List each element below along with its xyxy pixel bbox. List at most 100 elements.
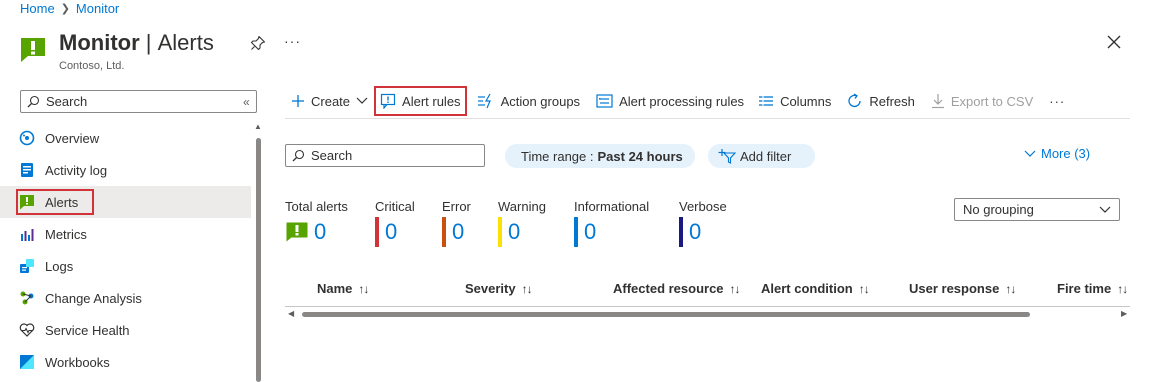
sidebar-item-metrics[interactable]: Metrics: [0, 218, 251, 250]
time-range-value: Past 24 hours: [597, 148, 683, 164]
export-csv-label: Export to CSV: [950, 93, 1034, 109]
informational-severity-bar: [574, 217, 578, 247]
verbose-count: 0: [689, 219, 702, 244]
alert-rules-icon: [380, 93, 396, 109]
alert-processing-rules-icon: [596, 94, 613, 108]
horizontal-scrollbar-thumb[interactable]: [302, 312, 1030, 317]
time-range-filter[interactable]: Time range : Past 24 hours: [505, 144, 695, 168]
alerts-search-input[interactable]: [311, 148, 471, 163]
divider: [285, 118, 1130, 119]
scroll-up-arrow-icon[interactable]: ▲: [254, 122, 262, 131]
service-health-icon: [18, 322, 35, 339]
export-csv-button[interactable]: Export to CSV: [925, 86, 1039, 116]
error-value[interactable]: 0: [442, 217, 465, 247]
error-label: Error: [442, 199, 471, 214]
critical-severity-bar: [375, 217, 379, 247]
critical-count: 0: [385, 219, 398, 244]
column-header-user-response[interactable]: User response ↑↓: [909, 281, 1016, 296]
total-alerts-value[interactable]: 0: [286, 218, 326, 246]
add-filter-button[interactable]: Add filter: [708, 144, 815, 168]
breadcrumb: Home ❯ Monitor: [20, 0, 119, 16]
alert-processing-rules-button[interactable]: Alert processing rules: [590, 86, 750, 116]
alert-rules-label: Alert rules: [402, 93, 461, 109]
sidebar-item-label: Metrics: [45, 226, 87, 242]
plus-icon: [291, 94, 305, 108]
sort-icon: ↑↓: [1117, 281, 1128, 296]
column-header-fire-time[interactable]: Fire time ↑↓: [1057, 281, 1128, 296]
close-icon[interactable]: [1106, 34, 1122, 50]
columns-label: Columns: [780, 93, 832, 109]
sidebar-item-change-analysis[interactable]: Change Analysis: [0, 282, 251, 314]
alert-rules-button[interactable]: Alert rules: [374, 86, 467, 116]
scroll-right-arrow-icon[interactable]: ▶: [1121, 309, 1127, 318]
sidebar-scrollbar-thumb[interactable]: [256, 138, 261, 382]
critical-value[interactable]: 0: [375, 217, 398, 247]
warning-value[interactable]: 0: [498, 217, 520, 247]
sidebar-item-label: Change Analysis: [45, 290, 142, 306]
sort-icon: ↑↓: [521, 281, 533, 296]
monitor-alerts-icon: [20, 37, 46, 63]
action-groups-label: Action groups: [500, 93, 581, 109]
sort-icon: ↑↓: [729, 281, 741, 296]
sidebar-item-label: Workbooks: [45, 354, 110, 370]
sidebar-item-activity-log[interactable]: Activity log: [0, 154, 251, 186]
download-icon: [931, 93, 945, 109]
more-filters-button[interactable]: More (3): [1024, 146, 1090, 161]
create-label: Create: [311, 93, 351, 109]
page-subtitle: Contoso, Ltd.: [59, 60, 125, 72]
informational-count: 0: [584, 219, 597, 244]
add-filter-icon: [718, 148, 736, 164]
error-severity-bar: [442, 217, 446, 247]
column-header-alert-condition[interactable]: Alert condition ↑↓: [761, 281, 870, 296]
sidebar-item-service-health[interactable]: Service Health: [0, 314, 251, 346]
sidebar-item-logs[interactable]: Logs: [0, 250, 251, 282]
more-filters-label: More (3): [1041, 146, 1091, 161]
collapse-sidebar-icon[interactable]: «: [243, 95, 250, 109]
refresh-label: Refresh: [869, 93, 915, 109]
time-range-label: Time range :: [521, 148, 594, 164]
column-header-severity[interactable]: Severity ↑↓: [465, 281, 533, 296]
action-groups-button[interactable]: Action groups: [471, 86, 587, 116]
divider: [285, 306, 1130, 307]
workbooks-icon: [18, 354, 35, 371]
alerts-icon: [286, 222, 308, 242]
highlight-box: [16, 189, 94, 215]
sidebar-item-overview[interactable]: Overview: [0, 122, 251, 154]
grouping-dropdown[interactable]: No grouping: [954, 198, 1120, 221]
refresh-button[interactable]: Refresh: [841, 86, 921, 116]
chevron-right-icon: ❯: [60, 2, 70, 15]
breadcrumb-monitor[interactable]: Monitor: [76, 1, 119, 16]
verbose-severity-bar: [679, 217, 683, 247]
column-header-affected-resource[interactable]: Affected resource ↑↓: [613, 281, 741, 296]
alert-processing-rules-label: Alert processing rules: [619, 93, 745, 109]
sidebar-item-alerts[interactable]: Alerts: [0, 186, 251, 218]
sidebar-search-box[interactable]: [20, 90, 257, 113]
activity-log-icon: [18, 162, 35, 179]
more-commands-icon[interactable]: ···: [1043, 86, 1071, 116]
chevron-down-icon: [1099, 206, 1111, 214]
sidebar-item-label: Overview: [45, 130, 100, 146]
overview-icon: [18, 130, 35, 147]
sort-icon: ↑↓: [358, 281, 369, 296]
logs-icon: [18, 258, 35, 275]
sidebar-search-input[interactable]: [46, 94, 236, 109]
breadcrumb-home[interactable]: Home: [20, 1, 55, 16]
command-bar: Create Alert rules Action groups Alert p…: [285, 86, 1071, 116]
refresh-icon: [847, 93, 863, 109]
create-button[interactable]: Create: [285, 86, 374, 116]
alerts-search-box[interactable]: [285, 144, 485, 167]
chevron-down-icon: [1024, 150, 1036, 158]
informational-value[interactable]: 0: [574, 217, 597, 247]
scroll-left-arrow-icon[interactable]: ◀: [288, 309, 294, 318]
pin-icon[interactable]: [250, 35, 266, 51]
more-options-icon[interactable]: ···: [284, 33, 301, 49]
sort-icon: ↑↓: [1005, 281, 1016, 296]
sidebar-item-workbooks[interactable]: Workbooks: [0, 346, 251, 378]
sidebar-item-label: Service Health: [45, 322, 130, 338]
error-count: 0: [452, 219, 465, 244]
search-icon: [292, 149, 305, 162]
column-header-name[interactable]: Name ↑↓: [317, 281, 369, 296]
critical-label: Critical: [375, 199, 415, 214]
columns-button[interactable]: Columns: [752, 86, 837, 116]
verbose-value[interactable]: 0: [679, 217, 702, 247]
